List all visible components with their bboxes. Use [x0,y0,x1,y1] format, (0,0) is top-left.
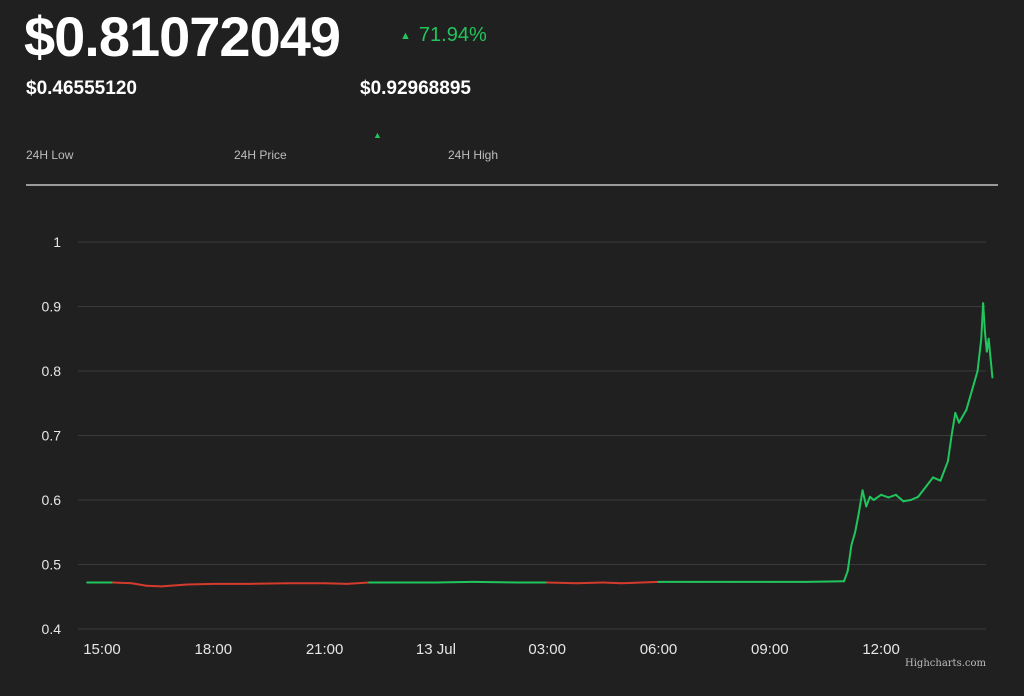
price-line-segment [186,582,215,586]
y-tick-label: 0.5 [42,557,62,573]
price-line-segment [843,569,849,583]
y-tick-label: 1 [53,234,61,250]
price-line-segment [323,582,348,585]
price-line-segment [249,582,289,585]
price-line-segment [854,511,860,534]
price-line-segment [976,337,983,372]
price-line-segment [924,476,935,489]
price-line-segment [965,382,975,411]
price-line-segment [946,434,953,463]
price-line-segment [546,581,578,585]
highcharts-credit[interactable]: Highcharts.com [905,658,986,669]
price-line-segment [601,581,623,585]
y-tick-label: 0.9 [42,299,62,315]
x-tick-label: 21:00 [306,641,344,658]
y-tick-label: 0.6 [42,492,62,508]
x-tick-label: 09:00 [751,641,789,658]
price-line-segment [880,493,890,499]
price-line-segment [345,581,371,585]
grid [78,241,986,630]
price-line-segment [130,582,148,587]
price-line-segment [958,408,968,424]
price-line-segment [865,495,871,508]
price-line-segment [805,580,845,583]
price-line-segment [857,489,864,514]
price-line-segment [982,302,986,334]
x-tick-label: 13 Jul [416,641,456,658]
price-chart[interactable]: 0.4 0.5 0.6 0.7 0.8 0.9 1 15:00 18:00 21:00 13 Ju… [0,0,1024,696]
price-line-segment [932,476,942,482]
x-tick-label: 06:00 [640,641,678,658]
price-line-segment [917,486,927,498]
price-line-segment [872,493,883,501]
price-line-segment [846,544,853,572]
price-line [86,302,994,588]
price-line-segment [112,581,133,585]
price-line-segment [987,337,994,379]
x-tick-label: 15:00 [83,641,121,658]
y-tick-label: 0.4 [42,621,62,637]
price-line-segment [575,581,604,585]
x-tick-label: 03:00 [528,641,566,658]
y-tick-label: 0.7 [42,428,62,444]
price-line-segment [902,499,912,503]
y-tick-label: 0.8 [42,363,62,379]
price-line-segment [939,460,949,482]
price-line-segment [887,493,897,499]
price-line-segment [160,583,189,588]
price-line-segment [850,531,857,547]
y-axis-labels: 0.4 0.5 0.6 0.7 0.8 0.9 1 [42,234,62,637]
x-tick-label: 18:00 [195,641,233,658]
price-line-segment [954,411,961,424]
price-line-segment [145,584,163,588]
price-line-segment [950,411,957,437]
x-tick-label: 12:00 [862,641,900,658]
price-line-segment [434,580,474,584]
price-line-segment [620,580,660,585]
price-line-segment [861,489,868,508]
price-line-segment [472,580,519,584]
price-line-segment [972,370,979,385]
x-axis-labels: 15:00 18:00 21:00 13 Jul 03:00 06:00 09:00 12:0… [83,641,900,658]
